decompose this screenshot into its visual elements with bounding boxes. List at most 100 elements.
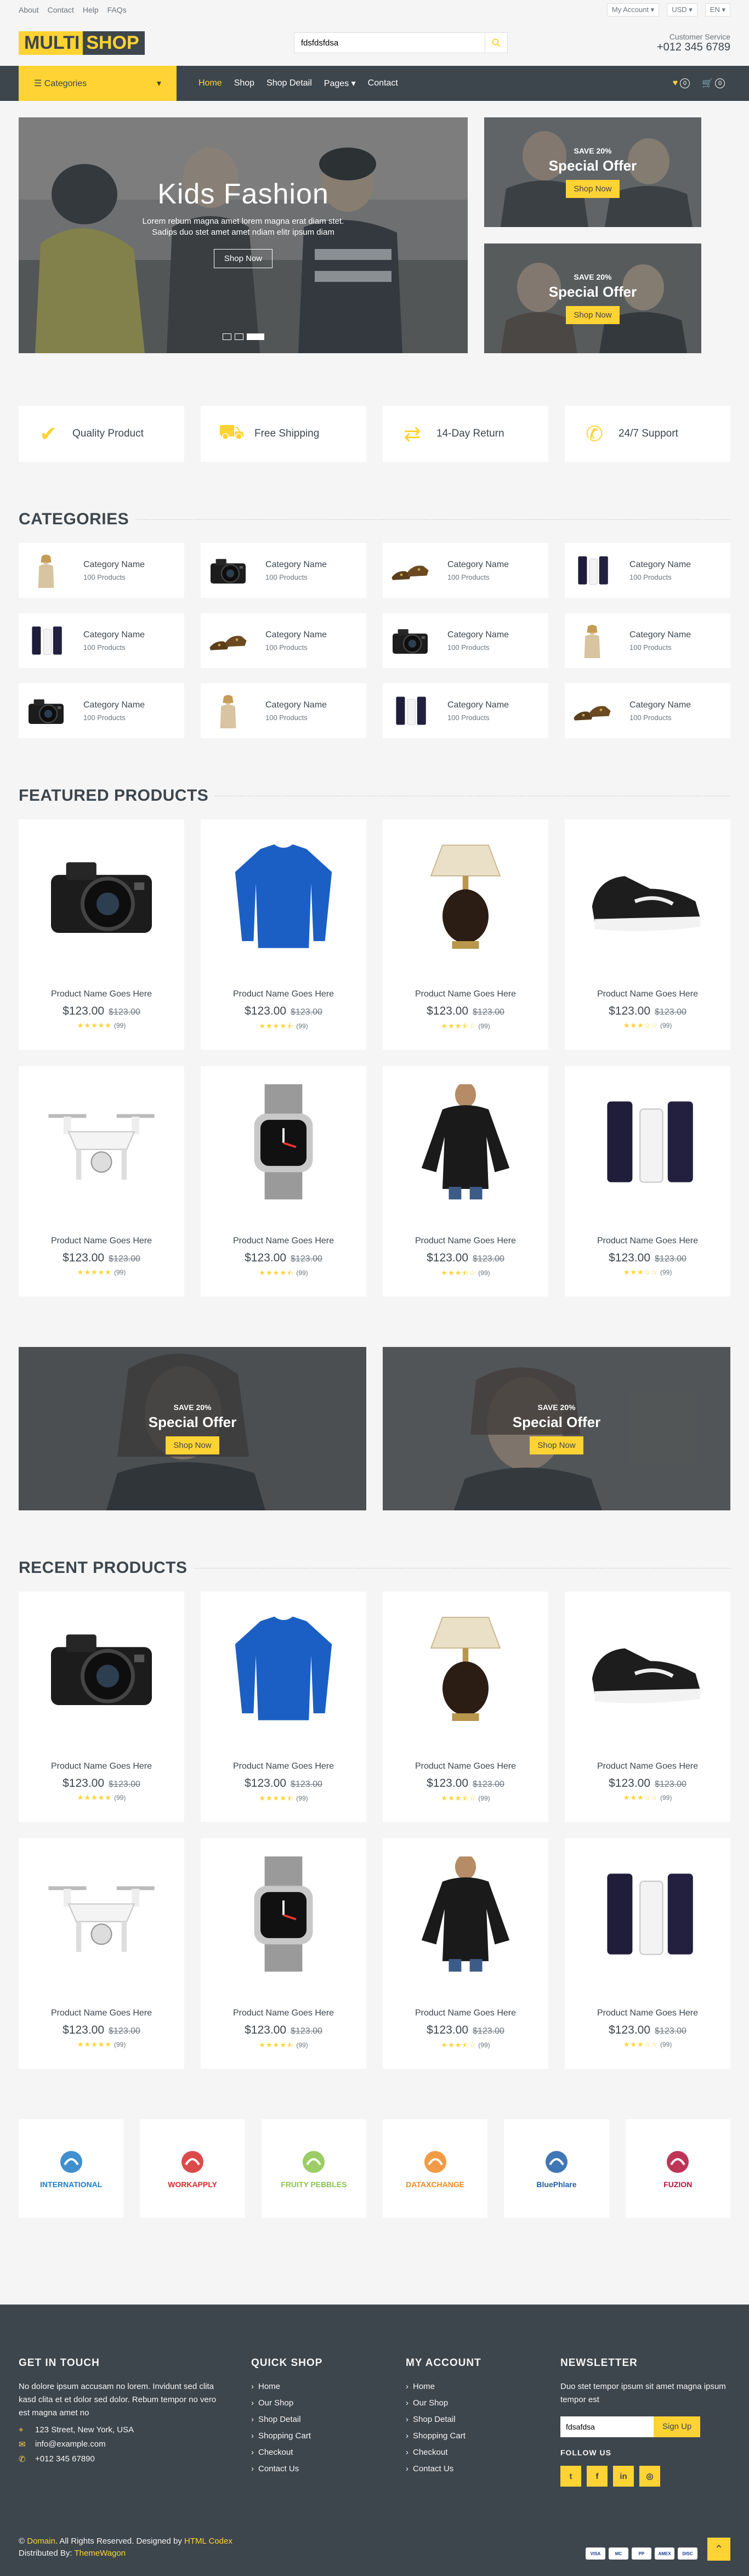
domain-link[interactable]: Domain [27, 2537, 55, 2546]
footer-link[interactable]: › Home [406, 2380, 560, 2393]
footer-link[interactable]: › Home [251, 2380, 406, 2393]
offer-shop-now-button[interactable]: Shop Now [566, 306, 620, 324]
category-card[interactable]: Category Name 100 Products [565, 683, 730, 738]
top-link-help[interactable]: Help [83, 5, 99, 14]
product-name[interactable]: Product Name Goes Here [201, 989, 366, 999]
nav-contact[interactable]: Contact [368, 78, 398, 88]
nav-shop-detail[interactable]: Shop Detail [266, 78, 312, 88]
footer-link[interactable]: › Shop Detail [251, 2413, 406, 2426]
top-link-faqs[interactable]: FAQs [107, 5, 127, 14]
product-image[interactable] [19, 1838, 184, 1990]
linkedin-icon[interactable]: in [613, 2466, 634, 2487]
footer-link[interactable]: › Our Shop [251, 2397, 406, 2410]
product-image[interactable] [19, 1592, 184, 1743]
currency-dropdown[interactable]: USD ▾ [667, 3, 697, 16]
product-card[interactable]: Product Name Goes Here $123.00 $123.00 ★★… [201, 1066, 366, 1297]
product-image[interactable] [201, 819, 366, 971]
product-image[interactable] [565, 1066, 730, 1218]
product-card[interactable]: Product Name Goes Here $123.00 $123.00 ★★… [19, 819, 184, 1050]
product-card[interactable]: Product Name Goes Here $123.00 $123.00 ★★… [19, 1066, 184, 1297]
category-card[interactable]: Category Name 100 Products [383, 683, 548, 738]
product-image[interactable] [201, 1066, 366, 1218]
search-button[interactable] [484, 32, 508, 53]
back-to-top-button[interactable]: ⌃ [707, 2538, 730, 2561]
footer-link[interactable]: › Shopping Cart [251, 2430, 406, 2443]
product-card[interactable]: Product Name Goes Here $123.00 $123.00 ★★… [201, 1592, 366, 1822]
nav-pages[interactable]: Pages ▾ [324, 78, 356, 89]
product-card[interactable]: Product Name Goes Here $123.00 $123.00 ★★… [565, 819, 730, 1050]
carousel-dot-active[interactable] [246, 333, 264, 340]
product-image[interactable] [201, 1592, 366, 1743]
footer-link[interactable]: › Checkout [406, 2446, 560, 2459]
category-card[interactable]: Category Name 100 Products [383, 543, 548, 598]
vendor-logo[interactable]: DATAXCHANGE [382, 2119, 488, 2218]
product-name[interactable]: Product Name Goes Here [383, 2008, 548, 2018]
product-name[interactable]: Product Name Goes Here [19, 1762, 184, 1771]
logo[interactable]: MULTI SHOP [19, 31, 145, 55]
category-card[interactable]: Category Name 100 Products [19, 543, 184, 598]
product-card[interactable]: Product Name Goes Here $123.00 $123.00 ★★… [383, 1838, 548, 2069]
product-image[interactable] [565, 1592, 730, 1743]
top-link-contact[interactable]: Contact [48, 5, 74, 14]
footer-link[interactable]: › Checkout [251, 2446, 406, 2459]
designer-link[interactable]: HTML Codex [184, 2537, 232, 2546]
product-name[interactable]: Product Name Goes Here [201, 2008, 366, 2018]
offer-shop-now-button[interactable]: Shop Now [566, 180, 620, 198]
vendor-logo[interactable]: INTERNATIONAL [19, 2119, 124, 2218]
vendor-logo[interactable]: FUZION [625, 2119, 730, 2218]
product-image[interactable] [383, 1838, 548, 1990]
category-card[interactable]: Category Name 100 Products [201, 613, 366, 668]
category-card[interactable]: Category Name 100 Products [19, 683, 184, 738]
product-card[interactable]: Product Name Goes Here $123.00 $123.00 ★★… [565, 1838, 730, 2069]
product-card[interactable]: Product Name Goes Here $123.00 $123.00 ★★… [19, 1592, 184, 1822]
categories-button[interactable]: ☰ Categories ▾ [19, 66, 177, 101]
product-card[interactable]: Product Name Goes Here $123.00 $123.00 ★★… [565, 1592, 730, 1822]
product-card[interactable]: Product Name Goes Here $123.00 $123.00 ★★… [19, 1838, 184, 2069]
cart-button[interactable]: 🛒 0 [702, 78, 725, 89]
wishlist-button[interactable]: ♥ 0 [673, 78, 690, 88]
category-card[interactable]: Category Name 100 Products [565, 543, 730, 598]
product-image[interactable] [383, 819, 548, 971]
product-card[interactable]: Product Name Goes Here $123.00 $123.00 ★★… [565, 1066, 730, 1297]
product-name[interactable]: Product Name Goes Here [19, 989, 184, 999]
offer-shop-now-button[interactable]: Shop Now [530, 1436, 583, 1454]
nav-home[interactable]: Home [198, 78, 222, 88]
carousel-dot[interactable] [222, 333, 231, 340]
twitter-icon[interactable]: t [560, 2466, 581, 2487]
product-name[interactable]: Product Name Goes Here [383, 1236, 548, 1246]
product-card[interactable]: Product Name Goes Here $123.00 $123.00 ★★… [383, 819, 548, 1050]
language-dropdown[interactable]: EN ▾ [705, 3, 730, 16]
offer-shop-now-button[interactable]: Shop Now [166, 1436, 219, 1454]
vendor-logo[interactable]: FRUITY PEBBLES [261, 2119, 366, 2218]
sign-up-button[interactable]: Sign Up [654, 2416, 701, 2437]
product-name[interactable]: Product Name Goes Here [565, 1762, 730, 1771]
search-input[interactable] [293, 32, 485, 53]
product-card[interactable]: Product Name Goes Here $123.00 $123.00 ★★… [383, 1592, 548, 1822]
product-image[interactable] [565, 819, 730, 971]
product-name[interactable]: Product Name Goes Here [383, 989, 548, 999]
category-card[interactable]: Category Name 100 Products [19, 613, 184, 668]
product-image[interactable] [19, 1066, 184, 1218]
product-image[interactable] [201, 1838, 366, 1990]
category-card[interactable]: Category Name 100 Products [201, 683, 366, 738]
product-name[interactable]: Product Name Goes Here [201, 1236, 366, 1246]
instagram-icon[interactable]: ◎ [639, 2466, 660, 2487]
product-image[interactable] [19, 819, 184, 971]
footer-link[interactable]: › Our Shop [406, 2397, 560, 2410]
product-card[interactable]: Product Name Goes Here $123.00 $123.00 ★★… [383, 1066, 548, 1297]
carousel-dot[interactable] [234, 333, 243, 340]
product-name[interactable]: Product Name Goes Here [565, 989, 730, 999]
category-card[interactable]: Category Name 100 Products [565, 613, 730, 668]
nav-shop[interactable]: Shop [234, 78, 254, 88]
product-card[interactable]: Product Name Goes Here $123.00 $123.00 ★★… [201, 819, 366, 1050]
category-card[interactable]: Category Name 100 Products [201, 543, 366, 598]
product-name[interactable]: Product Name Goes Here [565, 2008, 730, 2018]
product-name[interactable]: Product Name Goes Here [201, 1762, 366, 1771]
top-link-about[interactable]: About [19, 5, 39, 14]
product-image[interactable] [565, 1838, 730, 1990]
vendor-logo[interactable]: BluePhlare [504, 2119, 609, 2218]
newsletter-email-input[interactable] [560, 2416, 654, 2437]
footer-link[interactable]: › Shopping Cart [406, 2430, 560, 2443]
vendor-logo[interactable]: WORKAPPLY [140, 2119, 245, 2218]
product-name[interactable]: Product Name Goes Here [19, 1236, 184, 1246]
